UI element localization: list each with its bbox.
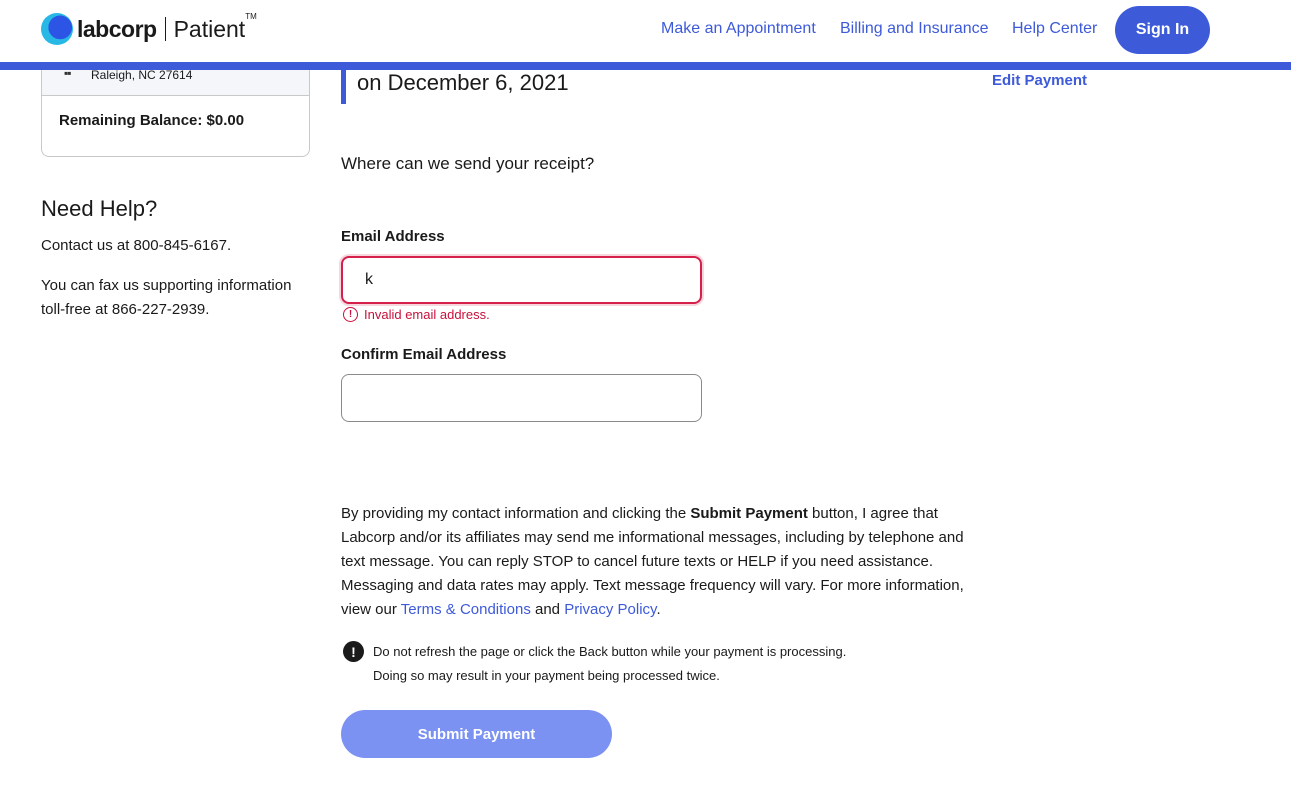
warning-line-2: Doing so may result in your payment bein… [373,668,720,683]
email-error-text: Invalid email address. [364,307,490,322]
logo-divider [164,17,166,41]
labcorp-patient-logo[interactable]: labcorp PatientTM [41,11,257,45]
remaining-balance: Remaining Balance: $0.00 [59,112,245,129]
header-accent-bar [0,62,1291,70]
consent-text: By providing my contact information and … [341,505,964,618]
help-fax-text-line2: toll-free at 866-227-2939. [41,301,210,318]
confirm-email-input[interactable] [341,374,702,422]
error-alert-icon: ! [343,307,358,322]
nav-billing-insurance[interactable]: Billing and Insurance [840,20,989,38]
nav-make-appointment[interactable]: Make an Appointment [661,20,816,38]
logo-brand: labcorp [77,15,157,42]
email-error-message: ! Invalid email address. [343,307,490,322]
consent-bold-submit: Submit Payment [690,505,808,522]
labcorp-logo-icon [41,13,73,45]
logo-product: PatientTM [173,11,257,42]
terms-conditions-link[interactable]: Terms & Conditions [401,601,531,618]
need-help-title: Need Help? [41,196,158,221]
submit-payment-button[interactable]: Submit Payment [341,710,612,758]
sign-in-button[interactable]: Sign In [1115,6,1210,54]
help-fax-text-line1: You can fax us supporting information [41,277,292,294]
summary-address: Raleigh, NC 27614 [91,68,193,82]
help-contact-text: Contact us at 800-845-6167. [41,237,232,254]
email-input[interactable] [341,256,702,304]
payment-date-title: on December 6, 2021 [357,70,569,95]
receipt-question: Where can we send your receipt? [341,154,595,173]
logo-trademark: TM [245,11,257,21]
confirm-email-label: Confirm Email Address [341,346,507,363]
processing-warning: Do not refresh the page or click the Bac… [373,640,846,688]
site-header: labcorp PatientTM Make an Appointment Bi… [0,0,1291,70]
nav-help-center[interactable]: Help Center [1012,20,1097,38]
warning-exclamation-icon: ! [343,641,364,662]
email-label: Email Address [341,228,445,245]
privacy-policy-link[interactable]: Privacy Policy [564,601,656,618]
edit-payment-link[interactable]: Edit Payment [992,72,1087,89]
warning-line-1: Do not refresh the page or click the Bac… [373,644,847,659]
